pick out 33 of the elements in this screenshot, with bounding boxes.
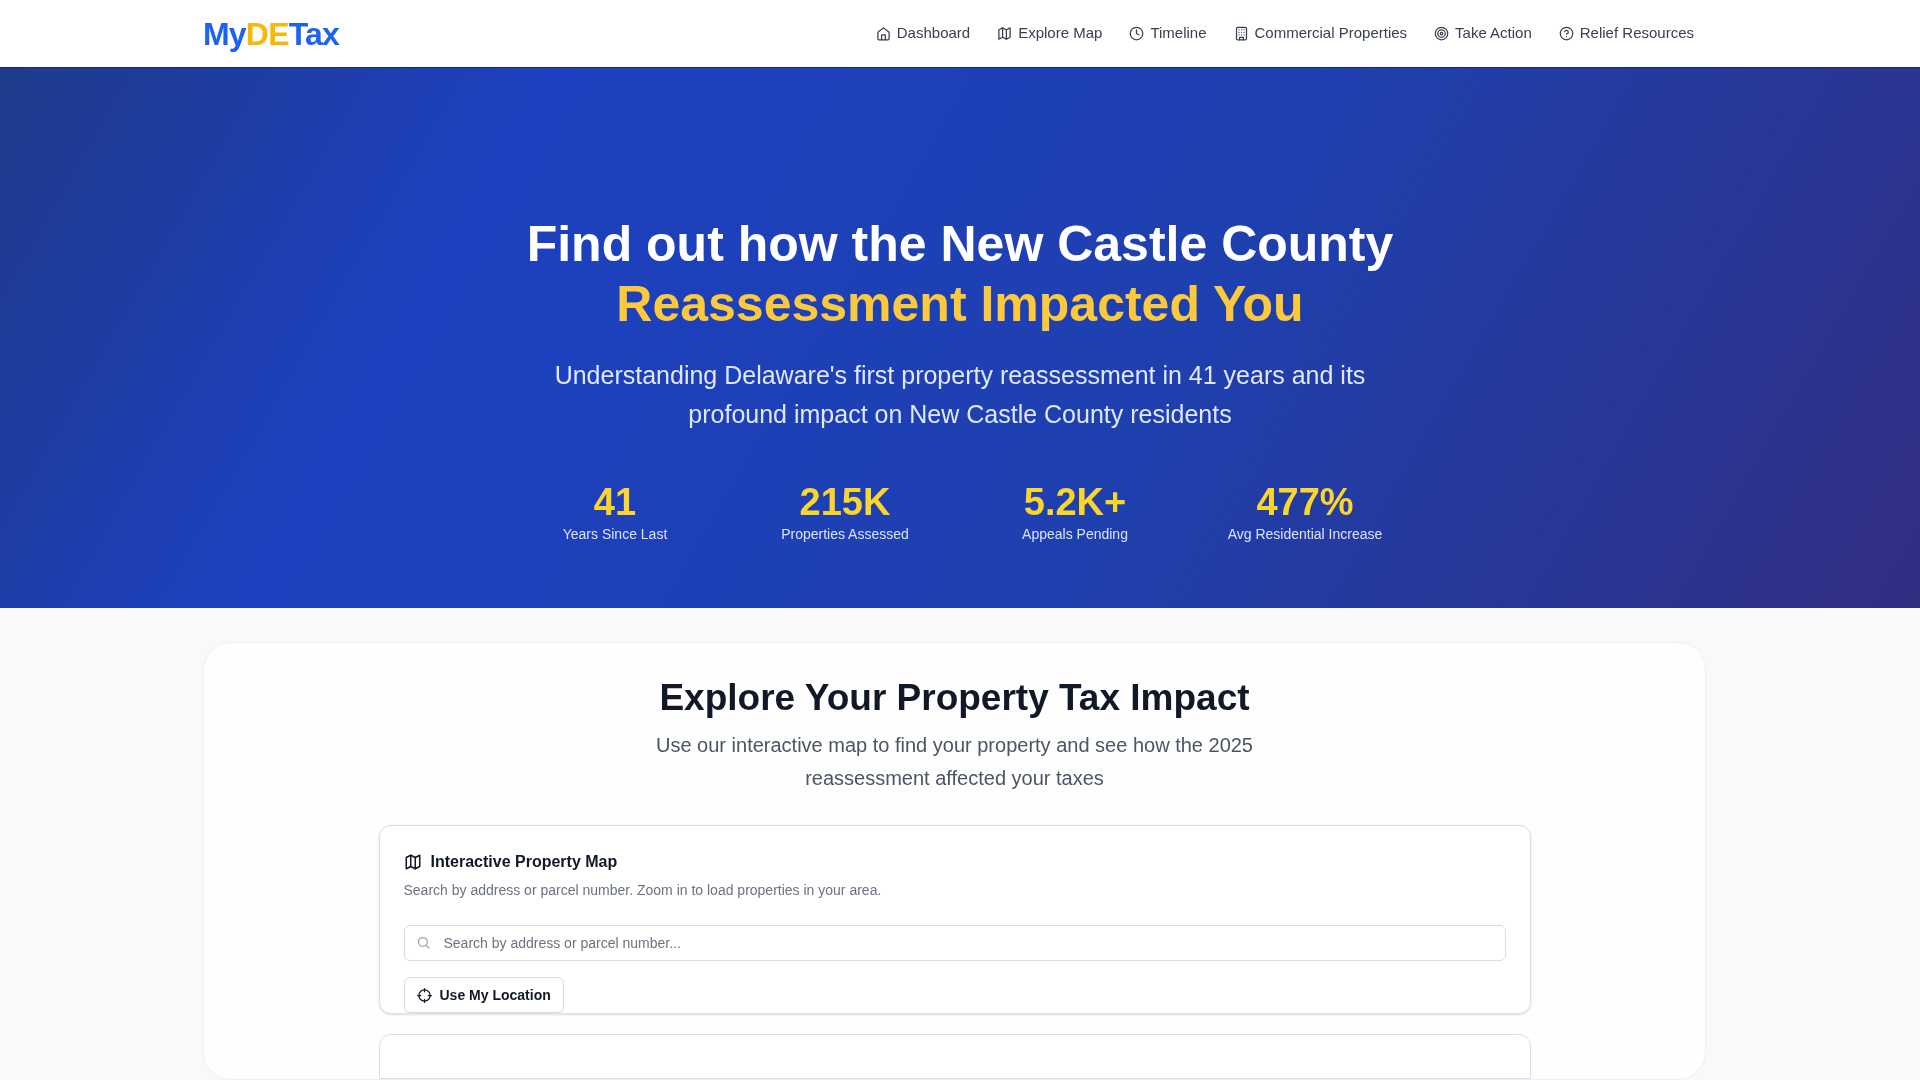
use-location-button[interactable]: Use My Location [403,977,564,1013]
section-subtitle: Use our interactive map to find your property and see how the 2025 reassessment affected your taxes [655,733,1254,791]
hero-subtitle: Understanding Delaware's first property reassessment in 41 years and its profound impact on New Castle County residents [553,360,1367,430]
stat-value: 215K [799,480,891,524]
map-icon [997,26,1013,41]
nav-link[interactable]: Take Action [1434,22,1532,45]
hero-title-highlight: Reassessment Impacted You [615,275,1305,334]
stat-label: Appeals Pending [1022,525,1128,544]
stat-value: 41 [593,480,637,524]
logo[interactable]: MyDETax [203,9,340,58]
building-icon [1233,26,1249,41]
nav-link[interactable]: Dashboard [875,22,971,45]
nav-link[interactable]: Commercial Properties [1233,22,1408,45]
stat-label: Years Since Last [562,525,668,544]
search-icon [415,935,431,950]
nav-link[interactable]: Timeline [1129,22,1207,45]
card-description: Search by address or parcel number. Zoom in to load properties in your area. [403,881,883,900]
stat-label: Avg Residential Increase [1227,525,1383,544]
stat-value: 477% [1256,480,1354,524]
nav-link[interactable]: Explore Map [997,22,1103,45]
nav-link[interactable]: Relief Resources [1558,22,1694,45]
section-title: Explore Your Property Tax Impact [659,676,1250,720]
stat-value: 5.2K+ [1023,480,1127,524]
crosshair-icon [416,987,432,1003]
stat-label: Properties Assessed [781,525,909,544]
map-icon [403,853,422,871]
search-field[interactable]: Search by address or parcel number... [403,925,1506,961]
hero-title: Find out how the New Castle County [526,215,1394,274]
target-icon [1434,26,1450,41]
help-icon [1558,26,1574,41]
card-title: Interactive Property Map [430,852,618,872]
home-icon [875,26,891,41]
clock-icon [1129,26,1145,41]
